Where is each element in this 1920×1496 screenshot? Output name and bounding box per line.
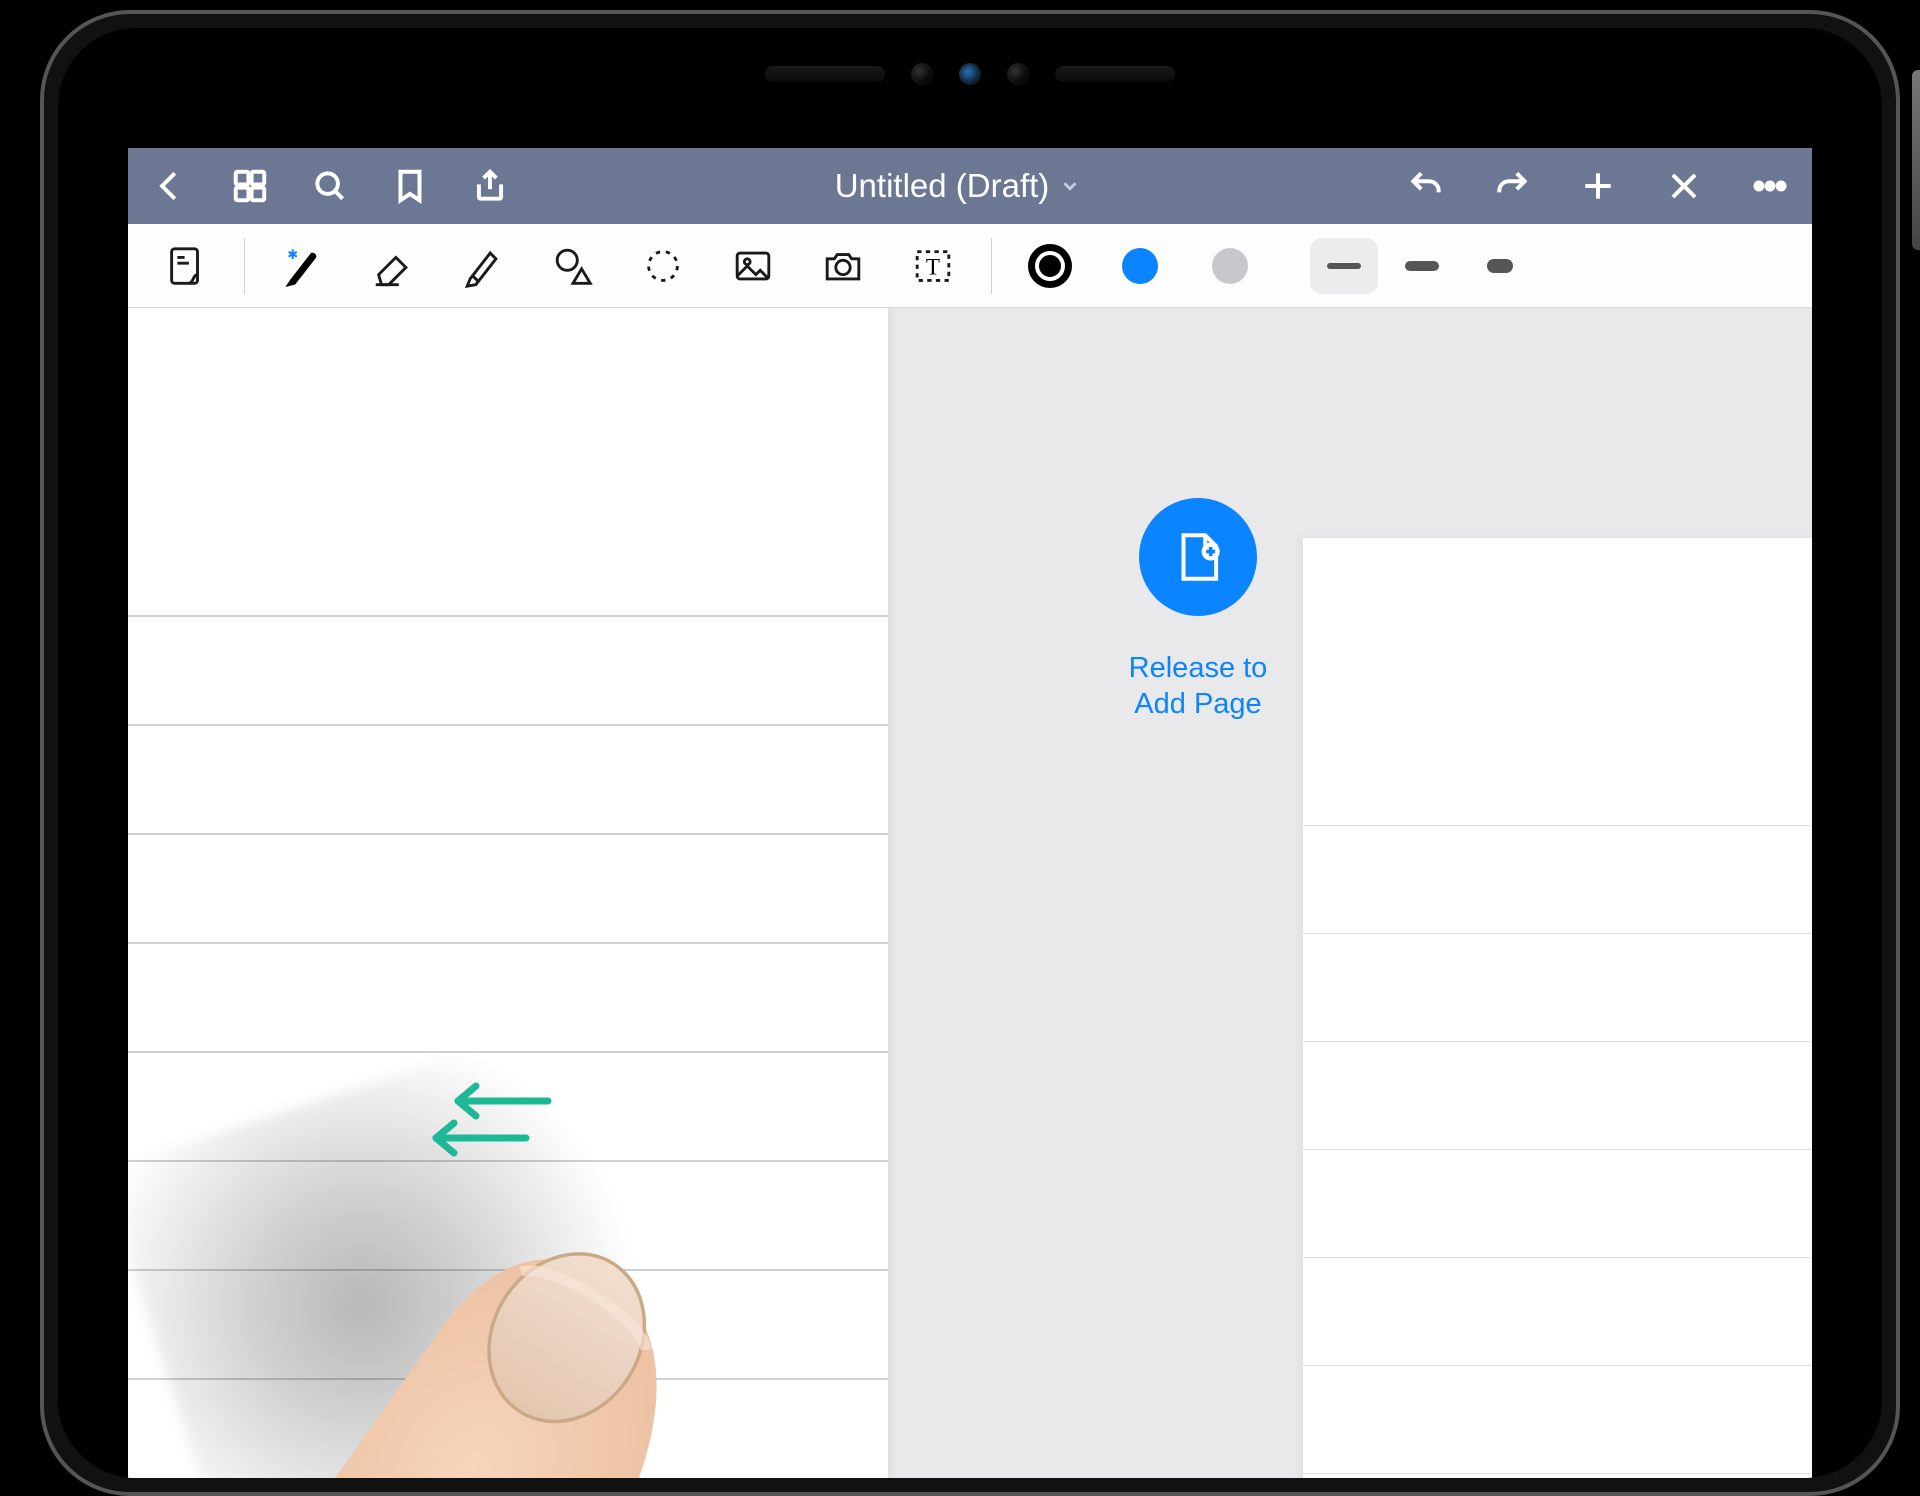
back-button[interactable] xyxy=(150,166,190,206)
add-page-indicator: Release to Add Page xyxy=(1098,498,1298,723)
highlighter-tool[interactable] xyxy=(443,235,523,297)
svg-text:✱: ✱ xyxy=(287,246,298,261)
add-page-text-line2: Add Page xyxy=(1098,686,1298,722)
color-black[interactable] xyxy=(1010,235,1090,297)
tool-row: ✱ xyxy=(128,224,1812,308)
next-page-preview xyxy=(1303,538,1812,1478)
lasso-tool[interactable] xyxy=(623,235,703,297)
document-title[interactable]: Untitled (Draft) xyxy=(540,167,1376,205)
current-page[interactable] xyxy=(128,308,888,1478)
svg-text:T: T xyxy=(926,254,940,279)
page-template-tool[interactable] xyxy=(146,235,226,297)
share-button[interactable] xyxy=(470,166,510,206)
stroke-width-thick[interactable] xyxy=(1466,238,1534,294)
add-page-icon xyxy=(1139,498,1257,616)
canvas-area[interactable]: Release to Add Page xyxy=(128,308,1812,1478)
search-button[interactable] xyxy=(310,166,350,206)
ruled-lines xyxy=(128,508,888,1478)
document-title-text: Untitled (Draft) xyxy=(835,167,1050,205)
grid-view-button[interactable] xyxy=(230,166,270,206)
stroke-width-thin[interactable] xyxy=(1310,238,1378,294)
title-dropdown-icon xyxy=(1059,167,1081,205)
shapes-tool[interactable] xyxy=(533,235,613,297)
camera-tool[interactable] xyxy=(803,235,883,297)
eraser-tool[interactable] xyxy=(353,235,433,297)
image-tool[interactable] xyxy=(713,235,793,297)
bookmark-button[interactable] xyxy=(390,166,430,206)
ruled-lines xyxy=(1303,718,1812,1478)
color-blue[interactable] xyxy=(1100,235,1180,297)
stylus-toggle-button[interactable] xyxy=(1664,166,1704,206)
camera-notch xyxy=(740,56,1200,92)
text-tool[interactable]: T xyxy=(893,235,973,297)
separator xyxy=(991,238,992,294)
redo-button[interactable] xyxy=(1492,166,1532,206)
ipad-bezel: Untitled (Draft) xyxy=(58,28,1882,1478)
pen-tool[interactable]: ✱ xyxy=(263,235,343,297)
stroke-width-medium[interactable] xyxy=(1388,238,1456,294)
ipad-frame: Untitled (Draft) xyxy=(40,10,1900,1496)
screen: Untitled (Draft) xyxy=(128,148,1812,1478)
titlebar: Untitled (Draft) xyxy=(128,148,1812,224)
device-side-button xyxy=(1912,70,1920,250)
add-page-text-line1: Release to xyxy=(1098,650,1298,686)
more-button[interactable] xyxy=(1750,166,1790,206)
undo-button[interactable] xyxy=(1406,166,1446,206)
separator xyxy=(244,238,245,294)
color-gray[interactable] xyxy=(1190,235,1270,297)
add-button[interactable] xyxy=(1578,166,1618,206)
